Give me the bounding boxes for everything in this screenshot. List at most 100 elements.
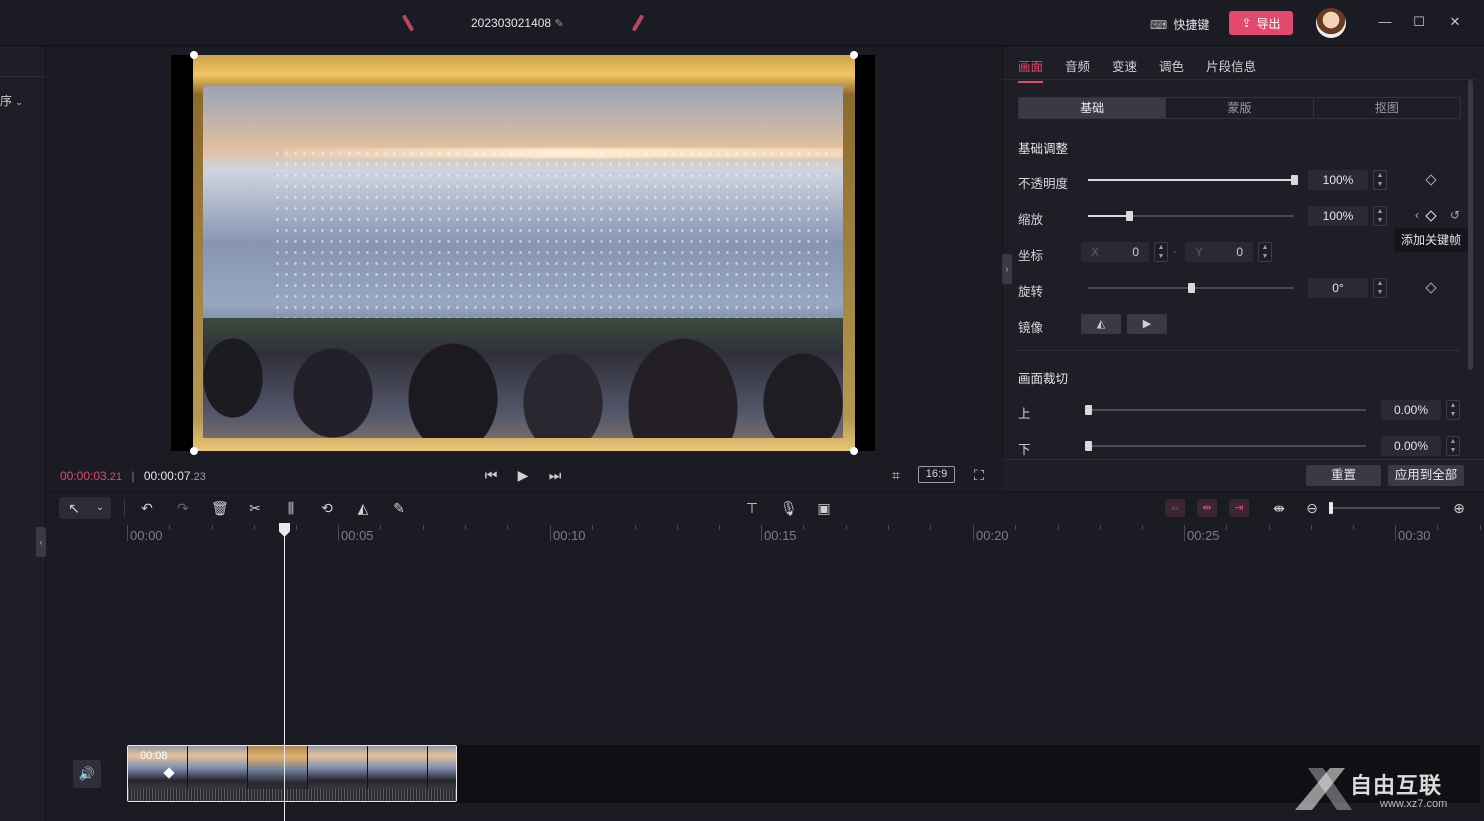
resize-handle-bottom-left[interactable] — [190, 447, 198, 455]
maximize-icon[interactable]: ☐ — [1411, 14, 1427, 30]
ruler-minor-tick — [888, 525, 889, 530]
fullscreen-icon[interactable]: ⛶ — [971, 467, 987, 483]
y-value: 0 — [1236, 245, 1243, 259]
subtab-basic[interactable]: 基础 — [1019, 98, 1167, 118]
zoom-out-icon[interactable]: ⊖ — [1304, 500, 1320, 516]
video-image — [203, 86, 843, 438]
crop-top-value[interactable]: 0.00% — [1381, 400, 1441, 420]
apply-all-button[interactable]: 应用到全部 — [1388, 465, 1464, 486]
scale-slider[interactable] — [1088, 215, 1294, 217]
reset-button[interactable]: 重置 — [1306, 465, 1381, 486]
crop-bottom-value[interactable]: 0.00% — [1381, 436, 1441, 456]
x-value: 0 — [1132, 245, 1139, 259]
flip-vertical-icon[interactable]: ▶ — [1127, 314, 1167, 334]
ruler-minor-tick — [1226, 525, 1227, 530]
sidebar-expand-handle[interactable]: ‹ — [36, 527, 46, 557]
play-icon[interactable]: ▶ — [515, 467, 531, 483]
aspect-ratio-button[interactable]: 16:9 — [918, 466, 955, 483]
rotation-slider-thumb[interactable] — [1188, 283, 1195, 293]
shortcut-label: 快捷键 — [1173, 18, 1210, 32]
pin-icon[interactable]: ✎ — [391, 500, 407, 516]
ruler-minor-tick — [1269, 525, 1270, 530]
split-preview-icon[interactable]: ⇼ — [1271, 500, 1287, 516]
undo-icon[interactable]: ↶ — [139, 500, 155, 516]
magnet-icon[interactable]: ⇥ — [1229, 499, 1249, 517]
resize-handle-bottom-right[interactable] — [850, 447, 858, 455]
scale-label: 缩放 — [1018, 213, 1044, 227]
shortcut-button[interactable]: ⌨ 快捷键 — [1150, 16, 1209, 33]
freeze-icon[interactable]: ⫼ — [283, 500, 299, 516]
microphone-icon[interactable]: 🎙 — [780, 500, 798, 516]
scale-slider-thumb[interactable] — [1126, 211, 1134, 221]
project-title[interactable]: 202303021408 ✎ — [471, 16, 564, 30]
link-tracks-icon[interactable]: ⇔ — [1165, 499, 1185, 517]
video-clip[interactable] — [127, 745, 457, 802]
zoom-slider[interactable] — [1330, 507, 1440, 509]
resize-handle-top-left[interactable] — [190, 51, 198, 59]
avatar[interactable] — [1316, 8, 1346, 38]
toolbar-divider — [124, 500, 125, 516]
resize-handle-top-right[interactable] — [850, 51, 858, 59]
crop-top-stepper[interactable]: ▲ ▼ — [1446, 400, 1460, 420]
panel-scrollbar[interactable] — [1468, 80, 1473, 370]
ruler-minor-tick — [423, 525, 424, 530]
opacity-value[interactable]: 100% — [1308, 170, 1368, 190]
skip-forward-icon[interactable]: ⏭ — [547, 467, 563, 483]
playhead[interactable] — [284, 524, 285, 821]
chevron-down-icon: ⌄ — [15, 97, 23, 107]
crop-bottom-slider[interactable] — [1088, 445, 1366, 447]
crop-top-slider[interactable] — [1088, 409, 1366, 411]
prev-keyframe-icon[interactable]: ‹ — [1415, 208, 1419, 222]
scale-value[interactable]: 100% — [1308, 206, 1368, 226]
panel-collapse-handle[interactable]: › — [1002, 254, 1012, 284]
reset-icon[interactable]: ↺ — [1450, 208, 1460, 222]
position-y-field[interactable]: Y 0 — [1185, 242, 1253, 262]
crop-icon[interactable]: ⌗ — [888, 467, 904, 483]
opacity-slider[interactable] — [1088, 179, 1294, 181]
x-label: X — [1091, 245, 1100, 259]
ruler-minor-tick — [1480, 525, 1481, 530]
close-icon[interactable]: ✕ — [1447, 14, 1463, 30]
zoom-in-icon[interactable]: ⊕ — [1451, 500, 1467, 516]
export-button[interactable]: ⇪ 导出 — [1229, 11, 1293, 35]
keyboard-icon: ⌨ — [1150, 17, 1168, 32]
crop-top-thumb[interactable] — [1085, 405, 1092, 415]
subtab-cutout[interactable]: 抠图 — [1314, 98, 1460, 118]
chevron-down-icon[interactable]: ⌄ — [92, 500, 108, 516]
mirror-icon[interactable]: ◭ — [355, 500, 371, 516]
sidebar-divider — [0, 76, 46, 77]
position-x-stepper[interactable]: ▲ ▼ — [1154, 242, 1168, 262]
opacity-stepper[interactable]: ▲ ▼ — [1373, 170, 1387, 190]
y-label: Y — [1195, 245, 1204, 259]
rotation-stepper[interactable]: ▲ ▼ — [1373, 278, 1387, 298]
snap-icon[interactable]: ⇹ — [1197, 499, 1217, 517]
flip-horizontal-icon[interactable]: ◭ — [1081, 314, 1121, 334]
reverse-icon[interactable]: ⟲ — [319, 500, 335, 516]
split-icon[interactable]: ✂ — [247, 500, 263, 516]
ruler-minor-tick — [465, 525, 466, 530]
crop-top-label: 上 — [1018, 407, 1031, 421]
redo-icon[interactable]: ↷ — [175, 500, 191, 516]
edit-icon[interactable]: ✎ — [554, 18, 563, 30]
position-x-field[interactable]: X 0 — [1081, 242, 1149, 262]
text-recognition-icon[interactable]: ⊤ — [744, 500, 760, 516]
track-volume-icon[interactable]: 🔊 — [73, 760, 101, 788]
zoom-slider-thumb[interactable] — [1329, 502, 1333, 514]
camera-icon[interactable]: ▣ — [816, 500, 832, 516]
subtab-mask[interactable]: 蒙版 — [1166, 98, 1314, 118]
position-y-stepper[interactable]: ▲ ▼ — [1258, 242, 1272, 262]
delete-icon[interactable]: 🗑 — [211, 500, 229, 516]
sort-dropdown[interactable]: 非序 ⌄ — [0, 92, 23, 109]
opacity-slider-thumb[interactable] — [1291, 175, 1298, 185]
crop-bottom-thumb[interactable] — [1085, 441, 1092, 451]
minimize-icon[interactable]: — — [1377, 14, 1393, 30]
ruler-tick — [550, 525, 551, 541]
ruler-minor-tick — [635, 525, 636, 530]
crop-section-title: 画面裁切 — [1018, 372, 1069, 386]
subtab-switcher: 基础 蒙版 抠图 — [1018, 97, 1461, 119]
scale-stepper[interactable]: ▲ ▼ — [1373, 206, 1387, 226]
crop-bottom-stepper[interactable]: ▲ ▼ — [1446, 436, 1460, 456]
rotation-value[interactable]: 0° — [1308, 278, 1368, 298]
skip-back-icon[interactable]: ⏮ — [483, 467, 499, 483]
position-label: 坐标 — [1018, 249, 1044, 263]
